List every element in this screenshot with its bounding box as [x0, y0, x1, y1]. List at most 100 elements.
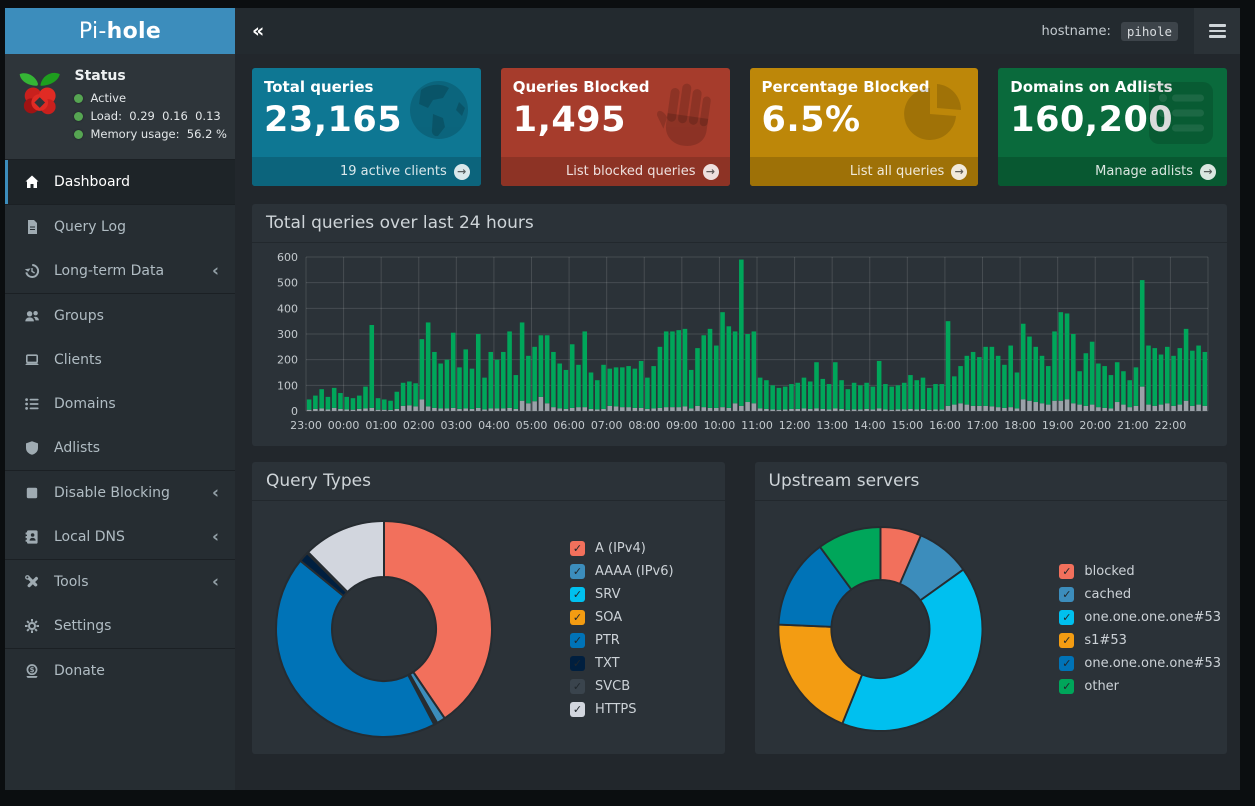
- card-footer-link[interactable]: List all queries →: [749, 157, 979, 186]
- bar-group[interactable]: [613, 367, 619, 411]
- bar-group[interactable]: [920, 377, 926, 411]
- legend-item-srv[interactable]: ✓ SRV: [570, 586, 674, 602]
- bar-group[interactable]: [739, 259, 744, 411]
- bar-group[interactable]: [432, 351, 437, 411]
- bar-group[interactable]: [726, 326, 732, 411]
- bar-group[interactable]: [582, 331, 588, 411]
- bar-group[interactable]: [883, 384, 888, 411]
- bar-group[interactable]: [576, 364, 581, 411]
- bar-group[interactable]: [607, 368, 613, 411]
- bar-group[interactable]: [313, 395, 318, 411]
- bar-group[interactable]: [1020, 323, 1026, 411]
- bar-group[interactable]: [732, 331, 738, 411]
- bar-group[interactable]: [1027, 336, 1032, 411]
- bar-group[interactable]: [488, 351, 494, 411]
- bar-group[interactable]: [501, 351, 506, 411]
- bar-group[interactable]: [563, 369, 569, 411]
- bar-group[interactable]: [1133, 367, 1139, 411]
- bar-group[interactable]: [895, 385, 901, 411]
- bar-group[interactable]: [457, 367, 462, 411]
- legend-item-s1-53[interactable]: ✓ s1#53: [1059, 632, 1221, 648]
- bar-group[interactable]: [933, 384, 938, 411]
- bar-group[interactable]: [864, 382, 869, 411]
- bar-group[interactable]: [939, 384, 945, 411]
- bar-group[interactable]: [319, 389, 324, 411]
- bar-group[interactable]: [870, 386, 876, 411]
- bar-group[interactable]: [388, 400, 393, 411]
- bar-group[interactable]: [1152, 348, 1158, 411]
- bar-group[interactable]: [1127, 380, 1132, 411]
- legend-item-https[interactable]: ✓ HTTPS: [570, 701, 674, 717]
- bar-group[interactable]: [876, 360, 882, 411]
- bar-group[interactable]: [926, 387, 932, 411]
- upstream-servers-donut[interactable]: [769, 511, 992, 747]
- bar-group[interactable]: [983, 346, 988, 411]
- sidebar-item-local-dns[interactable]: Local DNS ‹: [5, 515, 235, 559]
- bar-group[interactable]: [306, 399, 312, 411]
- bar-group[interactable]: [989, 346, 995, 411]
- stat-card-domains-on-adlists[interactable]: Domains on Adlists 160,200 Manage adlist…: [998, 68, 1227, 186]
- bar-group[interactable]: [1183, 328, 1189, 411]
- bar-group[interactable]: [325, 396, 331, 411]
- stat-card-queries-blocked[interactable]: Queries Blocked 1,495 List blocked queri…: [500, 68, 730, 186]
- bar-group[interactable]: [1045, 366, 1051, 411]
- bar-group[interactable]: [958, 366, 963, 411]
- bar-group[interactable]: [331, 387, 337, 411]
- bar-group[interactable]: [1014, 372, 1020, 412]
- bar-group[interactable]: [588, 372, 594, 412]
- legend-item-blocked[interactable]: ✓ blocked: [1059, 563, 1221, 579]
- brand-logo[interactable]: Pi-hole: [5, 8, 235, 54]
- legend-item-txt[interactable]: ✓ TXT: [570, 655, 674, 671]
- bar-group[interactable]: [1008, 345, 1013, 411]
- bar-group[interactable]: [964, 355, 970, 411]
- bar-group[interactable]: [801, 377, 807, 411]
- bar-group[interactable]: [382, 399, 387, 411]
- bar-group[interactable]: [394, 391, 400, 411]
- bar-group[interactable]: [1196, 345, 1201, 411]
- sidebar-item-domains[interactable]: Domains: [5, 382, 235, 426]
- sidebar-item-tools[interactable]: Tools ‹: [5, 560, 235, 604]
- bar-group[interactable]: [676, 330, 681, 411]
- bar-group[interactable]: [670, 331, 675, 411]
- bar-group[interactable]: [469, 368, 475, 411]
- bar-group[interactable]: [820, 378, 826, 411]
- bar-group[interactable]: [463, 349, 469, 411]
- bar-group[interactable]: [757, 377, 763, 411]
- bar-group[interactable]: [851, 382, 857, 411]
- bar-group[interactable]: [1058, 312, 1064, 411]
- bar-group[interactable]: [638, 360, 644, 411]
- bar-group[interactable]: [350, 398, 356, 411]
- bar-group[interactable]: [419, 339, 425, 411]
- bar-group[interactable]: [901, 382, 907, 411]
- bar-group[interactable]: [338, 393, 343, 411]
- bar-group[interactable]: [782, 386, 788, 411]
- bar-group[interactable]: [356, 395, 362, 411]
- bar-group[interactable]: [1077, 371, 1082, 411]
- bar-group[interactable]: [682, 328, 688, 411]
- sidebar-collapse-toggle[interactable]: «: [252, 20, 264, 42]
- bar-group[interactable]: [532, 346, 537, 411]
- bar-group[interactable]: [764, 380, 769, 411]
- bar-group[interactable]: [952, 376, 957, 411]
- bar-group[interactable]: [620, 367, 625, 411]
- bar-group[interactable]: [1102, 366, 1107, 411]
- bar-group[interactable]: [1165, 346, 1170, 411]
- bar-group[interactable]: [400, 382, 406, 411]
- bar-group[interactable]: [833, 362, 838, 411]
- bar-group[interactable]: [707, 328, 713, 411]
- legend-item-svcb[interactable]: ✓ SVCB: [570, 678, 674, 694]
- bar-group[interactable]: [995, 355, 1001, 411]
- bar-group[interactable]: [407, 381, 412, 411]
- bar-group[interactable]: [839, 380, 844, 411]
- bar-group[interactable]: [1121, 371, 1126, 411]
- bar-group[interactable]: [601, 364, 606, 411]
- bar-group[interactable]: [914, 380, 920, 411]
- bar-group[interactable]: [663, 331, 669, 411]
- bar-group[interactable]: [632, 368, 638, 411]
- legend-item-one-one-one-one-53[interactable]: ✓ one.one.one.one#53: [1059, 655, 1221, 671]
- bar-group[interactable]: [482, 377, 487, 411]
- card-footer-link[interactable]: Manage adlists →: [998, 157, 1227, 186]
- bar-group[interactable]: [425, 322, 431, 411]
- bar-group[interactable]: [626, 366, 631, 411]
- bar-group[interactable]: [651, 366, 656, 411]
